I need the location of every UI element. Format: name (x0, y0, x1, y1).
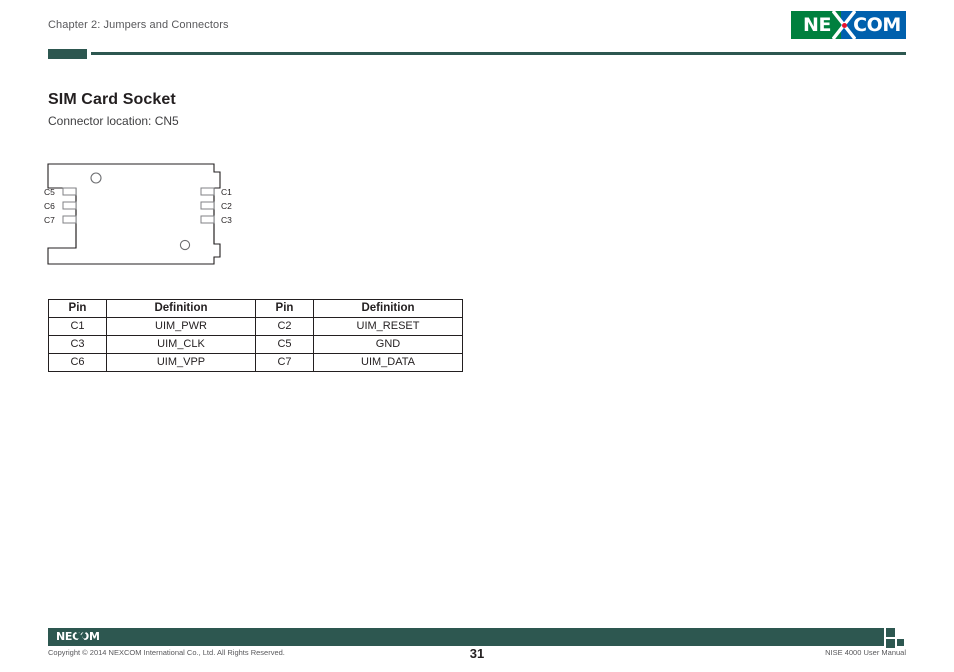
table-row: C1 UIM_PWR C2 UIM_RESET (48, 317, 463, 336)
table-header-row: Pin Definition Pin Definition (48, 299, 463, 318)
pin-label-c3: C3 (221, 215, 232, 225)
cell-definition: UIM_PWR (106, 317, 256, 336)
pin-label-c2: C2 (221, 201, 232, 211)
pin-label-c6: C6 (44, 201, 55, 211)
footer-logo-x-icon (74, 629, 88, 645)
connector-location-label: Connector location: CN5 (48, 114, 179, 128)
cell-definition: UIM_DATA (313, 353, 463, 372)
mounting-hole-bottom-icon (179, 239, 191, 251)
contact-pad-c7 (62, 215, 77, 224)
socket-outline-svg (47, 163, 221, 265)
table-header-def-1: Definition (106, 299, 256, 318)
pin-definition-table: Pin Definition Pin Definition C1 UIM_PWR… (48, 299, 463, 372)
footer-bar: NECOM (48, 628, 884, 646)
cell-definition: UIM_VPP (106, 353, 256, 372)
logo-blue-half: COM (841, 11, 906, 39)
mounting-hole-top-icon (90, 172, 102, 184)
cell-definition: UIM_RESET (313, 317, 463, 336)
table-header-pin-1: Pin (48, 299, 107, 318)
cell-definition: UIM_CLK (106, 335, 256, 354)
cell-definition: GND (313, 335, 463, 354)
page-title: SIM Card Socket (48, 91, 176, 108)
chapter-breadcrumb: Chapter 2: Jumpers and Connectors (48, 19, 229, 31)
pin-label-c5: C5 (44, 187, 55, 197)
table-header-pin-2: Pin (255, 299, 314, 318)
cell-pin: C3 (48, 335, 107, 354)
header-rule-line (91, 52, 906, 55)
contact-pad-c6 (62, 201, 77, 210)
table-row: C6 UIM_VPP C7 UIM_DATA (48, 353, 463, 372)
page-number: 31 (469, 646, 485, 661)
logo-right-text: COM (853, 13, 901, 36)
table-header-def-2: Definition (313, 299, 463, 318)
cell-pin: C5 (255, 335, 314, 354)
pin-label-c1: C1 (221, 187, 232, 197)
contact-pad-c5 (62, 187, 77, 196)
nexcom-logo: NE COM (791, 11, 906, 39)
header-accent-block (48, 49, 87, 59)
cell-pin: C1 (48, 317, 107, 336)
cell-pin: C2 (255, 317, 314, 336)
logo-left-text: NE (802, 13, 832, 36)
cell-pin: C6 (48, 353, 107, 372)
footer-decoration-square-3 (897, 639, 904, 646)
footer-decoration-square-1 (886, 628, 895, 637)
logo-red-dot-icon (842, 23, 847, 28)
contact-pad-c3 (200, 215, 215, 224)
page-header: Chapter 2: Jumpers and Connectors NE COM (0, 0, 954, 62)
contact-pad-c2 (200, 201, 215, 210)
contact-pad-c1 (200, 187, 215, 196)
footer-logo-left-text: NE (56, 630, 73, 643)
pin-label-c7: C7 (44, 215, 55, 225)
table-row: C3 UIM_CLK C5 GND (48, 335, 463, 354)
manual-name-label: NISE 4000 User Manual (825, 648, 906, 657)
logo-green-half: NE (791, 11, 841, 39)
cell-pin: C7 (255, 353, 314, 372)
sim-card-socket-diagram: C5 C6 C7 C1 C2 C3 (44, 160, 244, 268)
